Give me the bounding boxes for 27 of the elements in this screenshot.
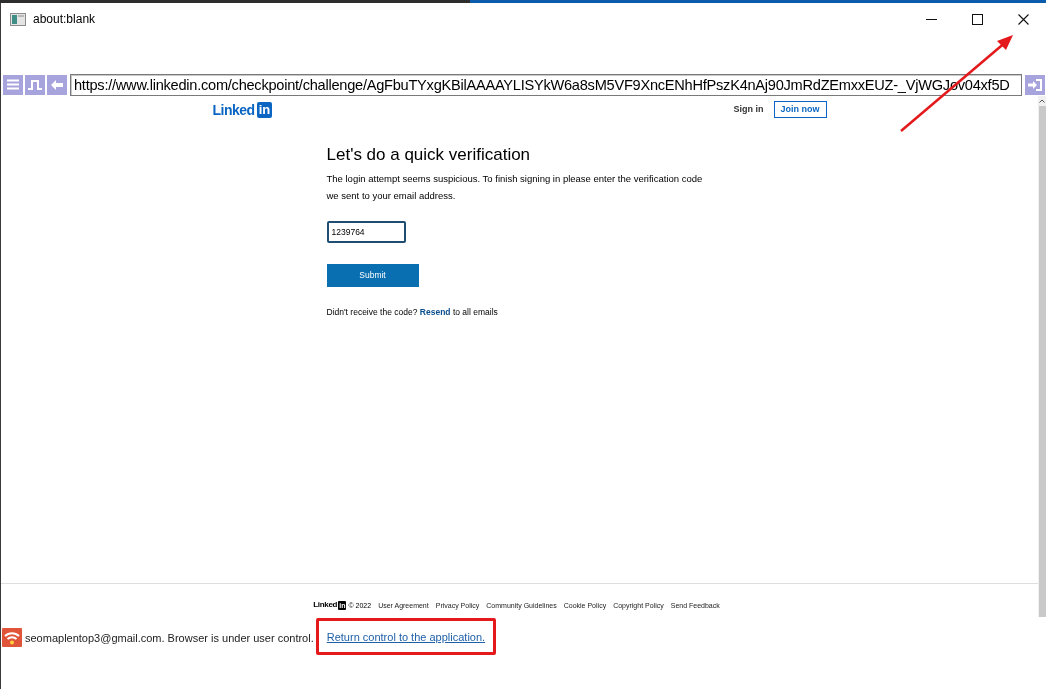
- maximize-icon: [971, 13, 983, 25]
- pulse-button[interactable]: [25, 74, 45, 95]
- description-text: The login attempt seems suspicious. To finish signing in please enter the verification code we sent to your email address.: [326, 172, 704, 203]
- submit-button[interactable]: Submit: [326, 264, 419, 287]
- back-arrow-icon: [51, 79, 63, 90]
- page-heading: Let's do a quick verification: [326, 144, 531, 166]
- menu-icon: [7, 79, 19, 90]
- scroll-up-icon: [1039, 99, 1045, 103]
- menu-button[interactable]: [3, 74, 23, 95]
- close-icon: [1017, 13, 1029, 25]
- sign-in-link[interactable]: Sign in: [733, 102, 764, 117]
- window-title: about:blank: [33, 12, 96, 26]
- window-app-icon: [10, 12, 26, 26]
- back-button[interactable]: [47, 74, 67, 95]
- square-wave-icon: [28, 79, 42, 90]
- enter-arrow-icon: [1028, 78, 1042, 91]
- resend-link[interactable]: Resend: [419, 307, 451, 317]
- status-message: seomaplentop3@gmail.com. Browser is under user control.: [25, 631, 314, 645]
- logo-wordmark: Linked: [313, 600, 338, 610]
- logo-badge: in: [256, 101, 273, 118]
- logo-wordmark: Linked: [212, 101, 255, 118]
- verification-code-input[interactable]: 1239764: [326, 221, 406, 243]
- minimize-icon: [925, 18, 937, 20]
- return-control-link[interactable]: Return control to the application.: [326, 629, 486, 644]
- go-button[interactable]: [1025, 74, 1045, 95]
- resend-note: Didn't receive the code? Resend to all emails: [326, 306, 498, 319]
- join-now-button[interactable]: Join now: [773, 101, 827, 118]
